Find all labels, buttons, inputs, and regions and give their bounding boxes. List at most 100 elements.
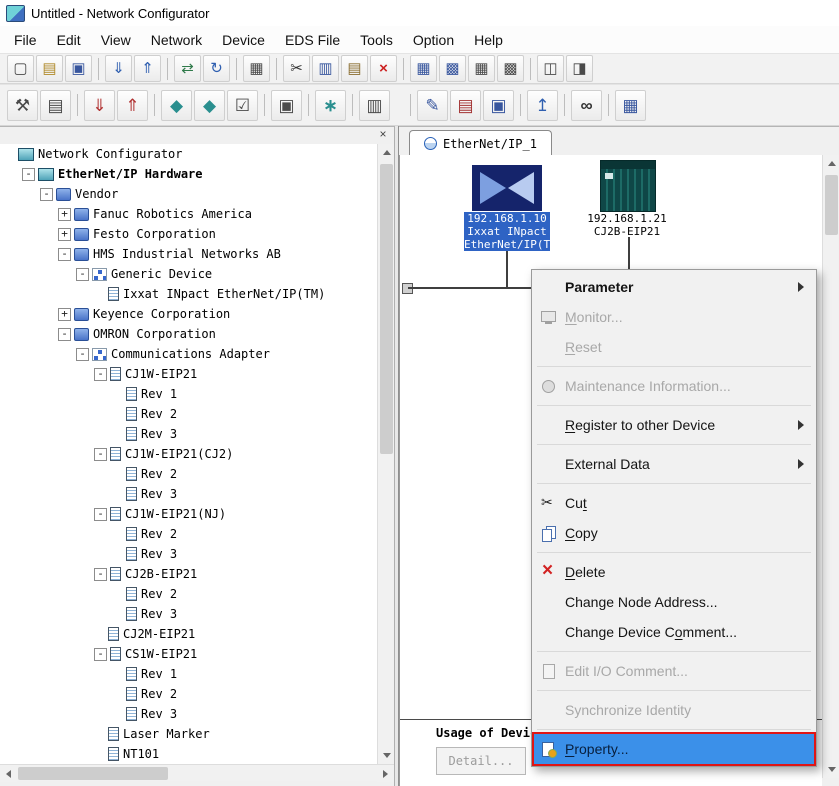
expand-icon[interactable]: +	[58, 308, 71, 321]
tab-ethernet-ip-1[interactable]: EtherNet/IP_1	[409, 130, 552, 156]
verify-button[interactable]: ☑	[227, 90, 258, 121]
collapse-icon[interactable]: -	[94, 368, 107, 381]
network-table-button[interactable]: ▩	[497, 55, 524, 82]
tree-item-rev-3[interactable]: Rev 3	[0, 484, 377, 504]
tree-item-keyence-corporation[interactable]: +Keyence Corporation	[0, 304, 377, 324]
menubar-option[interactable]: Option	[403, 28, 464, 52]
connect-network-button[interactable]: ⇄	[174, 55, 201, 82]
menu-external-data[interactable]: External Data	[534, 449, 814, 479]
tree-item-ethernet-ip-hardware[interactable]: -EtherNet/IP Hardware	[0, 164, 377, 184]
scrollbar-thumb[interactable]	[18, 767, 168, 780]
collapse-icon[interactable]: -	[94, 448, 107, 461]
compare-device-down-button[interactable]: ◆	[194, 90, 225, 121]
tree-item-rev-3[interactable]: Rev 3	[0, 604, 377, 624]
menubar-tools[interactable]: Tools	[350, 28, 403, 52]
collapse-icon[interactable]: -	[76, 268, 89, 281]
scroll-down-button[interactable]	[823, 761, 839, 778]
menubar-device[interactable]: Device	[212, 28, 275, 52]
collapse-icon[interactable]: -	[94, 648, 107, 661]
tree-item-festo-corporation[interactable]: +Festo Corporation	[0, 224, 377, 244]
download-to-network-button[interactable]: ⇓	[105, 55, 132, 82]
tree-item-vendor[interactable]: -Vendor	[0, 184, 377, 204]
tree-item-rev-3[interactable]: Rev 3	[0, 544, 377, 564]
tree-item-nt101[interactable]: NT101	[0, 744, 377, 764]
maintenance-info-button[interactable]: ▣	[271, 90, 302, 121]
menu-change-device-comment[interactable]: Change Device Comment...	[534, 617, 814, 647]
menu-property[interactable]: Property...	[534, 734, 814, 764]
menu-register-to-other-device[interactable]: Register to other Device	[534, 410, 814, 440]
menubar-network[interactable]: Network	[141, 28, 212, 52]
collapse-icon[interactable]: -	[22, 168, 35, 181]
edit-parameters-button[interactable]: ⚒	[7, 90, 38, 121]
collapse-icon[interactable]: -	[94, 568, 107, 581]
tree-item-rev-3[interactable]: Rev 3	[0, 704, 377, 724]
tree-item-omron-corporation[interactable]: -OMRON Corporation	[0, 324, 377, 344]
tree-item-cj1w-eip21-cj2[interactable]: -CJ1W-EIP21(CJ2)	[0, 444, 377, 464]
tree-item-rev-1[interactable]: Rev 1	[0, 664, 377, 684]
io-table-button[interactable]: ▩	[439, 55, 466, 82]
scrollbar-thumb[interactable]	[380, 164, 393, 454]
icon-view-button[interactable]: ▦	[615, 90, 646, 121]
eds-create-button[interactable]: ✎	[417, 90, 448, 121]
tree-item-network-configurator[interactable]: Network Configurator	[0, 144, 377, 164]
expand-icon[interactable]: +	[58, 228, 71, 241]
scroll-up-button[interactable]	[378, 144, 395, 161]
scrollbar-thumb[interactable]	[825, 175, 838, 235]
collapse-icon[interactable]: -	[40, 188, 53, 201]
tree-item-generic-device[interactable]: -Generic Device	[0, 264, 377, 284]
collapse-icon[interactable]: -	[58, 248, 71, 261]
tree-item-rev-2[interactable]: Rev 2	[0, 584, 377, 604]
close-icon[interactable]: ×	[376, 128, 390, 142]
menubar-view[interactable]: View	[91, 28, 141, 52]
tile-windows-button[interactable]: ◫	[537, 55, 564, 82]
find-button[interactable]: ∞	[571, 90, 602, 121]
cascade-windows-button[interactable]: ◨	[566, 55, 593, 82]
eds-delete-button[interactable]: ▤	[450, 90, 481, 121]
tree-item-rev-3[interactable]: Rev 3	[0, 424, 377, 444]
canvas-vertical-scrollbar[interactable]	[822, 155, 839, 778]
open-button[interactable]: ▤	[36, 55, 63, 82]
monitor-device-button[interactable]: ∗	[315, 90, 346, 121]
tree-item-laser-marker[interactable]: Laser Marker	[0, 724, 377, 744]
tree-item-cj2b-eip21[interactable]: -CJ2B-EIP21	[0, 564, 377, 584]
download-to-device-button[interactable]: ⇓	[84, 90, 115, 121]
scroll-down-button[interactable]	[378, 747, 395, 764]
tree-item-ixxat-inpact-ethernet-ip-tm[interactable]: Ixxat INpact EtherNet/IP(TM)	[0, 284, 377, 304]
eds-upload-button[interactable]: ↥	[527, 90, 558, 121]
device-cj2b-icon[interactable]	[600, 160, 656, 212]
collapse-icon[interactable]: -	[76, 348, 89, 361]
menu-change-node-address[interactable]: Change Node Address...	[534, 587, 814, 617]
eds-save-button[interactable]: ▣	[483, 90, 514, 121]
tree-item-rev-2[interactable]: Rev 2	[0, 404, 377, 424]
compare-device-up-button[interactable]: ◆	[161, 90, 192, 121]
menubar-help[interactable]: Help	[464, 28, 513, 52]
save-button[interactable]: ▣	[65, 55, 92, 82]
address-table-button[interactable]: ▦	[410, 55, 437, 82]
copy-button[interactable]: ▥	[312, 55, 339, 82]
tree-item-rev-2[interactable]: Rev 2	[0, 524, 377, 544]
tree-item-hms-industrial-networks-ab[interactable]: -HMS Industrial Networks AB	[0, 244, 377, 264]
tree-vertical-scrollbar[interactable]	[377, 144, 394, 764]
expand-icon[interactable]: +	[58, 208, 71, 221]
edit-io-comment-button[interactable]: ▤	[40, 90, 71, 121]
rack-view-button[interactable]: ▥	[359, 90, 390, 121]
menu-copy[interactable]: Copy	[534, 518, 814, 548]
upload-from-network-button[interactable]: ⇑	[134, 55, 161, 82]
menubar-edit[interactable]: Edit	[47, 28, 91, 52]
device-ixxat-icon[interactable]	[472, 165, 542, 211]
device-table-button[interactable]: ▦	[468, 55, 495, 82]
menu-cut[interactable]: Cut	[534, 488, 814, 518]
tree-item-rev-2[interactable]: Rev 2	[0, 684, 377, 704]
tree-item-fanuc-robotics-america[interactable]: +Fanuc Robotics America	[0, 204, 377, 224]
device-cj2b-label[interactable]: 192.168.1.21 CJ2B-EIP21	[578, 212, 676, 238]
new-button[interactable]: ▢	[7, 55, 34, 82]
collapse-icon[interactable]: -	[94, 508, 107, 521]
delete-button[interactable]: ×	[370, 55, 397, 82]
tree-item-cj1w-eip21-nj[interactable]: -CJ1W-EIP21(NJ)	[0, 504, 377, 524]
device-ixxat-label[interactable]: 192.168.1.10 Ixxat INpact EtherNet/IP(TM	[464, 212, 550, 251]
collapse-icon[interactable]: -	[58, 328, 71, 341]
menu-parameter[interactable]: Parameter	[534, 272, 814, 302]
upload-from-device-button[interactable]: ⇑	[117, 90, 148, 121]
menubar-eds-file[interactable]: EDS File	[275, 28, 350, 52]
tree-item-cj2m-eip21[interactable]: CJ2M-EIP21	[0, 624, 377, 644]
